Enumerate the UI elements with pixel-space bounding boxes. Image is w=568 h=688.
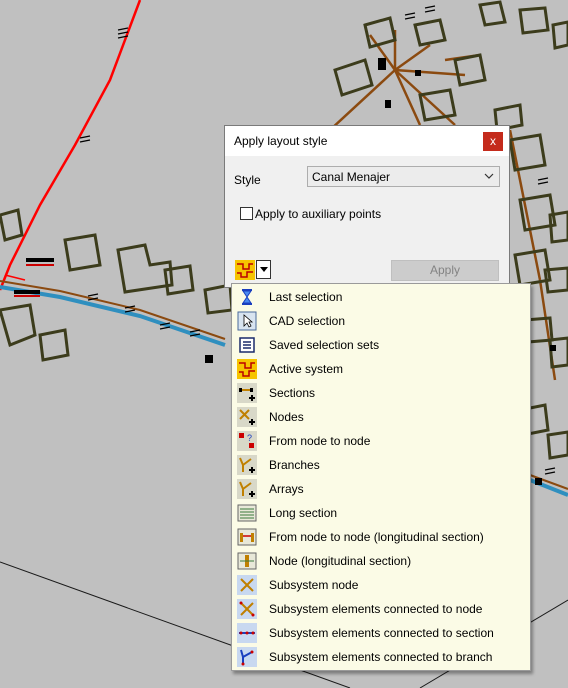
menu-item-label: Nodes xyxy=(269,410,304,424)
style-dropdown-value: Canal Menajer xyxy=(312,170,391,184)
menu-item-label: Subsystem node xyxy=(269,578,359,592)
long-section-icon xyxy=(237,504,257,522)
active-system-icon xyxy=(237,359,257,379)
subsystem-section-elements-icon xyxy=(237,623,257,643)
menu-item-subsystem-elements-branch[interactable]: Subsystem elements connected to branch xyxy=(232,645,530,669)
menu-item-label: Subsystem elements connected to section xyxy=(269,626,494,640)
menu-item-label: Arrays xyxy=(269,482,304,496)
menu-item-label: From node to node (longitudinal section) xyxy=(269,530,484,544)
selection-menu: Last selection CAD selection Saved selec… xyxy=(231,283,531,671)
menu-item-branches[interactable]: Branches xyxy=(232,453,530,477)
nodes-icon xyxy=(237,407,257,427)
menu-item-last-selection[interactable]: Last selection xyxy=(232,285,530,309)
branches-icon xyxy=(237,455,257,475)
arrays-icon xyxy=(237,479,257,499)
menu-item-cad-selection[interactable]: CAD selection xyxy=(232,309,530,333)
node-longitudinal-icon xyxy=(237,552,257,570)
dialog-title: Apply layout style xyxy=(234,134,328,148)
style-dropdown[interactable]: Canal Menajer xyxy=(307,166,500,187)
svg-text:?: ? xyxy=(247,433,252,443)
apply-button[interactable]: Apply xyxy=(391,260,499,281)
selection-dropdown-button[interactable] xyxy=(256,260,271,279)
apply-layout-style-dialog: Apply layout style x Style Canal Menajer… xyxy=(224,125,510,288)
close-button[interactable]: x xyxy=(483,132,503,151)
menu-item-label: Sections xyxy=(269,386,316,400)
menu-item-node-longitudinal[interactable]: Node (longitudinal section) xyxy=(232,549,530,573)
menu-item-from-node-to-node-longitudinal[interactable]: From node to node (longitudinal section) xyxy=(232,525,530,549)
subsystem-node-icon xyxy=(237,575,257,595)
menu-item-saved-selection-sets[interactable]: Saved selection sets xyxy=(232,333,530,357)
node-to-node-longitudinal-icon xyxy=(237,528,257,546)
hourglass-icon xyxy=(242,289,252,305)
menu-item-label: Subsystem elements connected to node xyxy=(269,602,483,616)
style-label: Style xyxy=(234,173,261,187)
menu-item-label: From node to node xyxy=(269,434,371,448)
menu-item-long-section[interactable]: Long section xyxy=(232,501,530,525)
selection-sets-icon xyxy=(239,337,255,353)
menu-item-arrays[interactable]: Arrays xyxy=(232,477,530,501)
node-to-node-icon: ? xyxy=(237,431,257,451)
subsystem-branch-elements-icon xyxy=(237,647,257,667)
menu-item-label: Last selection xyxy=(269,290,343,304)
menu-item-subsystem-elements-section[interactable]: Subsystem elements connected to section xyxy=(232,621,530,645)
menu-item-sections[interactable]: Sections xyxy=(232,381,530,405)
menu-item-from-node-to-node[interactable]: ? From node to node xyxy=(232,429,530,453)
menu-item-label: Node (longitudinal section) xyxy=(269,554,412,568)
menu-item-active-system[interactable]: Active system xyxy=(232,357,530,381)
active-system-icon[interactable] xyxy=(235,260,255,280)
menu-item-label: Active system xyxy=(269,362,344,376)
menu-item-nodes[interactable]: Nodes xyxy=(232,405,530,429)
menu-item-label: Subsystem elements connected to branch xyxy=(269,650,493,664)
menu-item-subsystem-elements-node[interactable]: Subsystem elements connected to node xyxy=(232,597,530,621)
menu-item-label: Branches xyxy=(269,458,320,472)
menu-item-label: Long section xyxy=(269,506,338,520)
chevron-down-icon xyxy=(484,173,494,179)
dialog-titlebar[interactable]: Apply layout style x xyxy=(225,126,509,156)
sections-icon xyxy=(237,383,257,403)
aux-points-checkbox[interactable] xyxy=(240,207,253,220)
subsystem-node-elements-icon xyxy=(237,599,257,619)
menu-item-label: CAD selection xyxy=(269,314,346,328)
triangle-down-icon xyxy=(260,267,268,272)
menu-item-subsystem-node[interactable]: Subsystem node xyxy=(232,573,530,597)
aux-points-label: Apply to auxiliary points xyxy=(255,207,382,221)
menu-item-label: Saved selection sets xyxy=(269,338,380,352)
cad-selection-icon xyxy=(237,311,257,331)
